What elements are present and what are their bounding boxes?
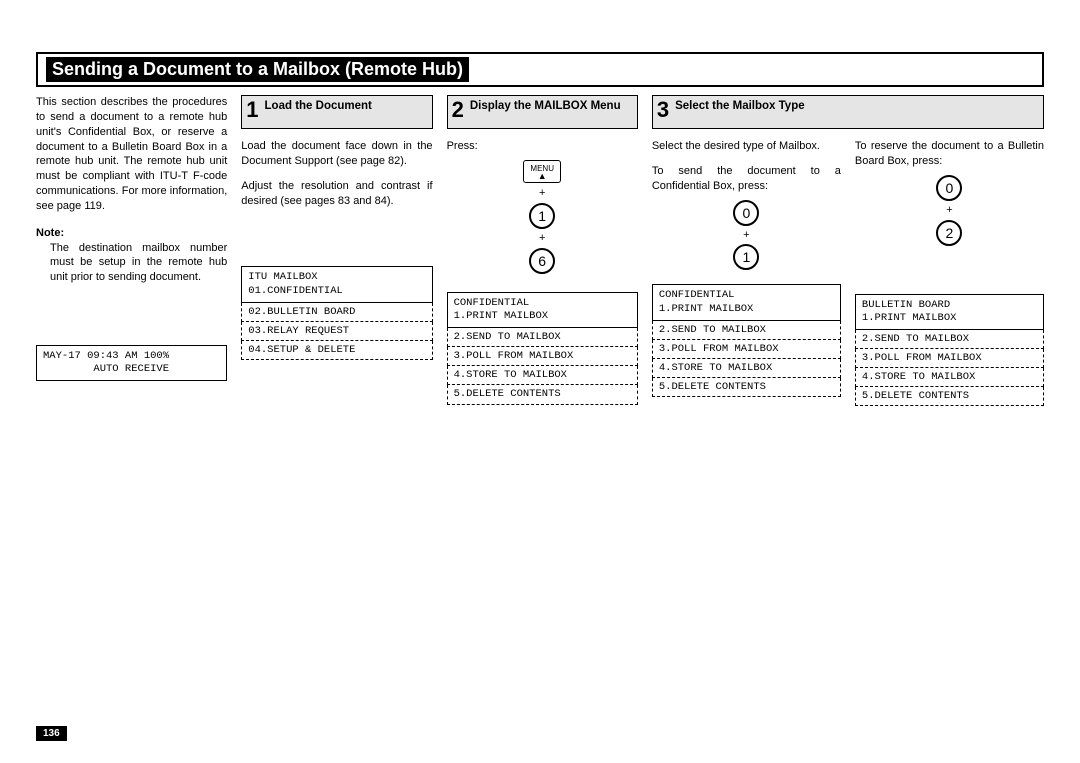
step2-column: 2 Display the MAILBOX Menu Press: MENU▲ … [447, 95, 638, 406]
digit-key: 6 [529, 248, 555, 274]
step3-lcd-opt: 4.STORE TO MAILBOX [652, 359, 841, 378]
step3-header: 3 Select the Mailbox Type [652, 95, 1044, 129]
plus-icon: + [447, 186, 638, 201]
step3-conf-text: To send the document to a Confidential B… [652, 164, 841, 194]
step1-lcd-opt: 04.SETUP & DELETE [241, 341, 432, 360]
step2-lcd-opt: 3.POLL FROM MAILBOX [447, 347, 638, 366]
step2-header: 2 Display the MAILBOX Menu [447, 95, 638, 129]
step2-lcd-main: CONFIDENTIAL 1.PRINT MAILBOX [447, 292, 638, 328]
menu-key-icon: MENU▲ [523, 160, 561, 183]
intro-lcd: MAY-17 09:43 AM 100% AUTO RECEIVE [36, 345, 227, 381]
step3-title: Select the Mailbox Type [675, 99, 805, 113]
step3-lcd-opt: 3.POLL FROM MAILBOX [855, 349, 1044, 368]
intro-text: This section describes the procedures to… [36, 95, 227, 214]
digit-key: 0 [936, 175, 962, 201]
step1-p2: Adjust the resolution and contrast if de… [241, 179, 432, 209]
step2-lcd-opt: 2.SEND TO MAILBOX [447, 328, 638, 347]
step3-number: 3 [657, 99, 669, 121]
plus-icon: + [855, 203, 1044, 218]
step3-lcd-opt: 5.DELETE CONTENTS [855, 387, 1044, 406]
step3-conf-subcol: Select the desired type of Mailbox. To s… [652, 139, 841, 406]
step1-number: 1 [246, 99, 258, 121]
step3-lcd-opt: 4.STORE TO MAILBOX [855, 368, 1044, 387]
step1-title: Load the Document [265, 99, 372, 113]
step3-lead: Select the desired type of Mailbox. [652, 139, 841, 154]
step3-lcd-opt: 2.SEND TO MAILBOX [855, 330, 1044, 349]
step1-column: 1 Load the Document Load the document fa… [241, 95, 432, 406]
step2-number: 2 [452, 99, 464, 121]
section-title-bar: Sending a Document to a Mailbox (Remote … [36, 52, 1044, 87]
digit-key: 0 [733, 200, 759, 226]
digit-key: 2 [936, 220, 962, 246]
step3-lcd-opt: 2.SEND TO MAILBOX [652, 321, 841, 340]
step1-p1: Load the document face down in the Docum… [241, 139, 432, 169]
section-title: Sending a Document to a Mailbox (Remote … [46, 57, 469, 82]
step1-lcd-main: ITU MAILBOX 01.CONFIDENTIAL [241, 266, 432, 302]
intro-column: This section describes the procedures to… [36, 95, 227, 406]
note-body: The destination mailbox number must be s… [50, 241, 227, 286]
step2-lcd-opt: 5.DELETE CONTENTS [447, 385, 638, 404]
step2-title: Display the MAILBOX Menu [470, 99, 621, 113]
step2-lcd-opt: 4.STORE TO MAILBOX [447, 366, 638, 385]
step2-press: Press: [447, 139, 638, 154]
plus-icon: + [652, 228, 841, 243]
step3-bull-subcol: To reserve the document to a Bulletin Bo… [855, 139, 1044, 406]
plus-icon: + [447, 231, 638, 246]
digit-key: 1 [733, 244, 759, 270]
step1-header: 1 Load the Document [241, 95, 432, 129]
step3-lcd-opt: 5.DELETE CONTENTS [652, 378, 841, 397]
step1-lcd-opt: 03.RELAY REQUEST [241, 322, 432, 341]
step3-lcd-opt: 3.POLL FROM MAILBOX [652, 340, 841, 359]
step1-lcd-opt: 02.BULLETIN BOARD [241, 303, 432, 322]
step3-bull-text: To reserve the document to a Bulletin Bo… [855, 139, 1044, 169]
digit-key: 1 [529, 203, 555, 229]
step3-conf-lcd-main: CONFIDENTIAL 1.PRINT MAILBOX [652, 284, 841, 320]
step3-bull-lcd-main: BULLETIN BOARD 1.PRINT MAILBOX [855, 294, 1044, 330]
page-number: 136 [36, 726, 67, 741]
step3-column: 3 Select the Mailbox Type Select the des… [652, 95, 1044, 406]
note-label: Note: [36, 226, 227, 241]
